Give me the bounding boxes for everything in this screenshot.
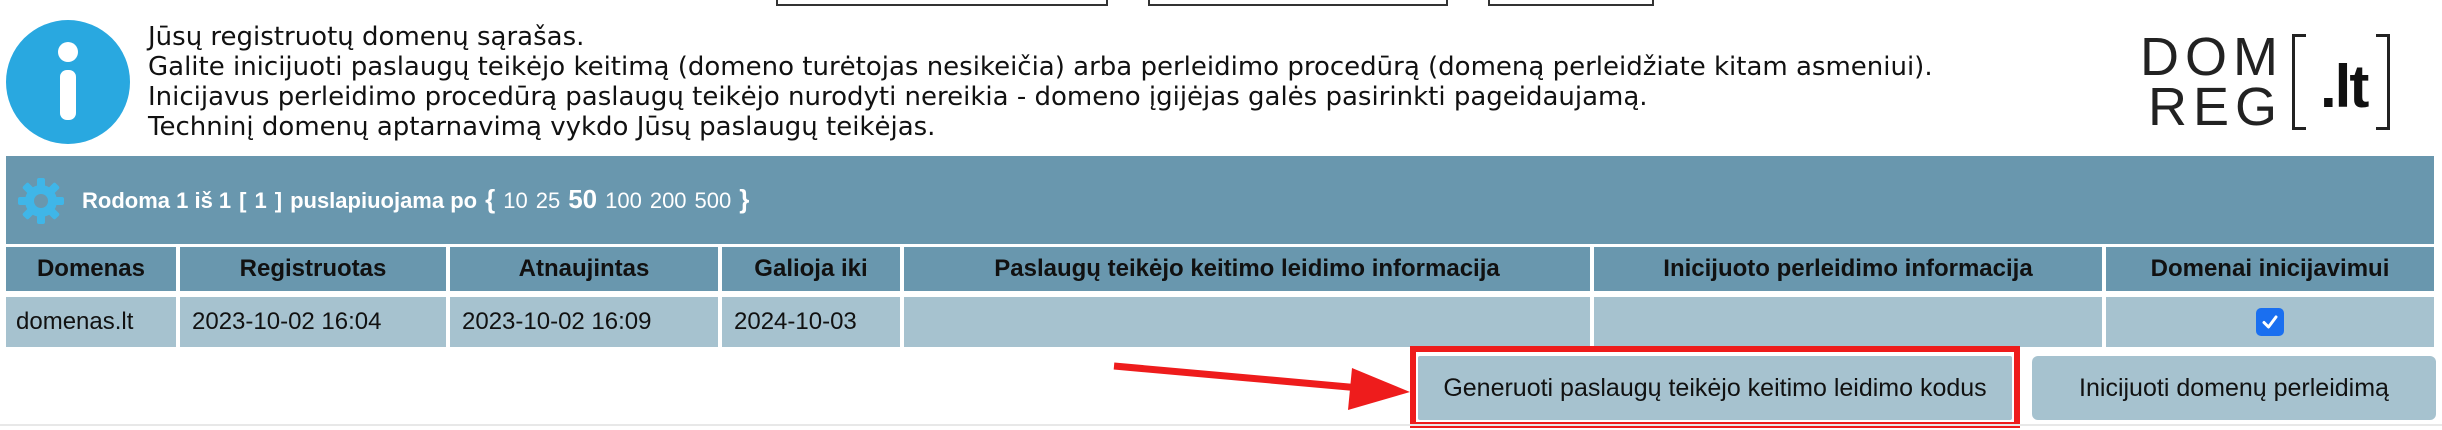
- cell-updated: 2023-10-02 16:09: [450, 297, 718, 347]
- page-size-option[interactable]: 500: [695, 188, 732, 214]
- annotation-arrow-icon: [1113, 362, 1410, 410]
- highlight-box: [1410, 346, 2020, 428]
- page-number[interactable]: 1: [254, 188, 266, 214]
- top-tab-3[interactable]: [1488, 0, 1654, 6]
- info-line: Jūsų registruotų domenų sąrašas.: [148, 22, 585, 52]
- page-size-option[interactable]: 25: [536, 188, 560, 214]
- top-tab-1[interactable]: [776, 0, 1108, 6]
- page-size-option[interactable]: 10: [503, 188, 527, 214]
- info-icon: [6, 20, 130, 144]
- cell-provider-change-info: [904, 297, 1590, 347]
- column-header-domains-to-initiate[interactable]: Domenai inicijavimui: [2106, 247, 2434, 291]
- cell-domain: domenas.lt: [6, 297, 176, 347]
- page-size-option[interactable]: 200: [650, 188, 687, 214]
- gear-icon[interactable]: [16, 176, 66, 226]
- logo-bracket-left: [2292, 34, 2306, 130]
- cell-valid-until: 2024-10-03: [722, 297, 900, 347]
- column-header-provider-change-info[interactable]: Paslaugų teikėjo keitimo leidimo informa…: [904, 247, 1590, 291]
- column-header-transfer-info[interactable]: Inicijuoto perleidimo informacija: [1594, 247, 2102, 291]
- pagination-toolbar: Rodoma 1 iš 1 [ 1 ] puslapiuojama po { 1…: [6, 156, 2434, 244]
- column-header-valid-until[interactable]: Galioja iki: [722, 247, 900, 291]
- cell-registered: 2023-10-02 16:04: [180, 297, 446, 347]
- info-text: Jūsų registruotų domenų sąrašas. Galite …: [148, 22, 1933, 142]
- top-tab-2[interactable]: [1148, 0, 1448, 6]
- page-size-option[interactable]: 100: [605, 188, 642, 214]
- info-line: Inicijavus perleidimo procedūrą paslaugų…: [148, 82, 1648, 112]
- cell-select: [2106, 297, 2434, 347]
- per-page-label: puslapiuojama po: [290, 188, 478, 213]
- checkmark-icon: [2262, 315, 2278, 329]
- cell-transfer-info: [1594, 297, 2102, 347]
- domreg-logo: DOM REG .lt: [2140, 28, 2400, 138]
- logo-bracket-right: [2376, 34, 2390, 130]
- column-header-updated[interactable]: Atnaujintas: [450, 247, 718, 291]
- page-size-option-active[interactable]: 50: [568, 184, 597, 215]
- brace-close: }: [739, 184, 750, 214]
- page-bracket-open: [: [239, 188, 247, 213]
- initiate-transfer-button[interactable]: Inicijuoti domenų perleidimą: [2032, 356, 2436, 420]
- divider: [0, 424, 2442, 426]
- logo-word-reg: REG: [2148, 77, 2284, 137]
- page-bracket-close: ]: [274, 188, 283, 213]
- brace-open: {: [485, 184, 496, 214]
- info-line: Techninį domenų aptarnavimą vykdo Jūsų p…: [148, 112, 936, 142]
- domain-select-checkbox[interactable]: [2256, 308, 2284, 336]
- pagination-text: Rodoma 1 iš 1 [ 1 ] puslapiuojama po { 1…: [82, 184, 749, 215]
- showing-label: Rodoma 1 iš 1: [82, 188, 232, 213]
- logo-word-dom: DOM: [2140, 27, 2284, 87]
- column-header-registered[interactable]: Registruotas: [180, 247, 446, 291]
- info-line: Galite inicijuoti paslaugų teikėjo keiti…: [148, 52, 1933, 82]
- logo-tld: .lt: [2320, 53, 2369, 120]
- column-header-domain[interactable]: Domenas: [6, 247, 176, 291]
